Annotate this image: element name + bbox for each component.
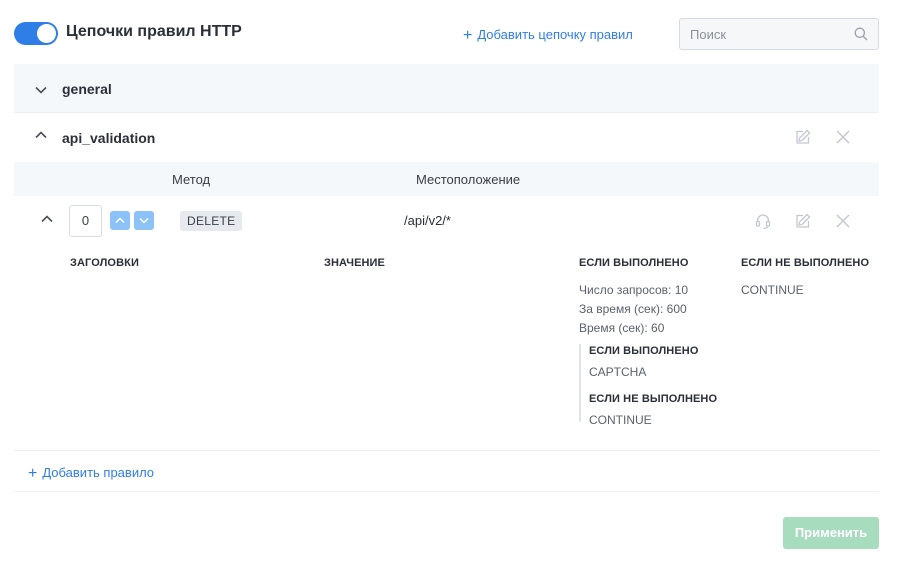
chevron-down-icon[interactable] [34, 83, 48, 97]
value-label: ЗНАЧЕНИЕ [324, 257, 385, 269]
if-met-label: ЕСЛИ ВЫПОЛНЕНО [579, 257, 689, 269]
condition-request-count: Число запросов: 10 [579, 283, 689, 297]
arrow-down-icon [139, 217, 149, 224]
method-badge: DELETE [180, 211, 243, 231]
chain-row-api-validation[interactable]: api_validation [14, 113, 879, 162]
search-icon[interactable] [854, 27, 868, 41]
chain-name-api-validation: api_validation [62, 130, 156, 146]
add-rule-label: Добавить правило [42, 465, 155, 480]
chain-name-general: general [62, 81, 112, 97]
delete-rule-icon[interactable] [834, 212, 852, 230]
chevron-up-icon[interactable] [40, 212, 54, 226]
rule-details: ЗАГОЛОВКИ ЗНАЧЕНИЕ ЕСЛИ ВЫПОЛНЕНО ЕСЛИ Н… [14, 246, 879, 451]
nested-if-not-met-label: ЕСЛИ НЕ ВЫПОЛНЕНО [589, 393, 718, 405]
move-up-button[interactable] [110, 211, 130, 230]
rules-column-header: Метод Местоположение [14, 162, 879, 196]
chains-enabled-toggle[interactable] [14, 22, 58, 45]
edit-rule-icon[interactable] [794, 212, 812, 230]
condition-block-time: Время (сек): 60 [579, 321, 665, 335]
if-not-met-label: ЕСЛИ НЕ ВЫПОЛНЕНО [741, 257, 870, 269]
search-box [679, 18, 879, 50]
headset-icon[interactable] [754, 212, 772, 230]
condition-time-window: За время (сек): 600 [579, 302, 687, 316]
rule-location: /api/v2/* [404, 213, 451, 228]
add-chain-button[interactable]: + Добавить цепочку правил [463, 26, 633, 44]
add-rule-button[interactable]: + Добавить правило [28, 464, 154, 482]
plus-icon: + [28, 465, 38, 482]
add-rule-row: + Добавить правило [14, 451, 879, 492]
rule-order-field[interactable]: 0 [69, 205, 102, 237]
page-title: Цепочки правил HTTP [66, 23, 242, 40]
rule-row[interactable]: 0 DELETE /api/v2/* [14, 196, 879, 246]
search-input[interactable] [680, 19, 850, 49]
apply-button[interactable]: Применить [783, 517, 879, 549]
nested-if-met-value: CAPTCHA [589, 365, 647, 379]
nested-if-met-label: ЕСЛИ ВЫПОЛНЕНО [589, 345, 699, 357]
top-bar: Цепочки правил HTTP + Добавить цепочку пр… [14, 18, 879, 50]
nested-divider [579, 344, 581, 422]
chevron-up-icon[interactable] [34, 128, 48, 142]
edit-chain-icon[interactable] [794, 128, 812, 146]
delete-chain-icon[interactable] [834, 128, 852, 146]
nested-if-not-met-value: CONTINUE [589, 413, 652, 427]
column-method: Метод [172, 172, 211, 187]
arrow-up-icon [115, 217, 125, 224]
column-location: Местоположение [416, 172, 521, 187]
plus-icon: + [463, 27, 473, 44]
if-not-met-value: CONTINUE [741, 283, 804, 297]
move-down-button[interactable] [134, 211, 154, 230]
toggle-knob [37, 24, 56, 43]
headers-label: ЗАГОЛОВКИ [70, 257, 139, 269]
chain-row-general[interactable]: general [14, 64, 879, 113]
add-chain-label: Добавить цепочку правил [477, 27, 633, 42]
